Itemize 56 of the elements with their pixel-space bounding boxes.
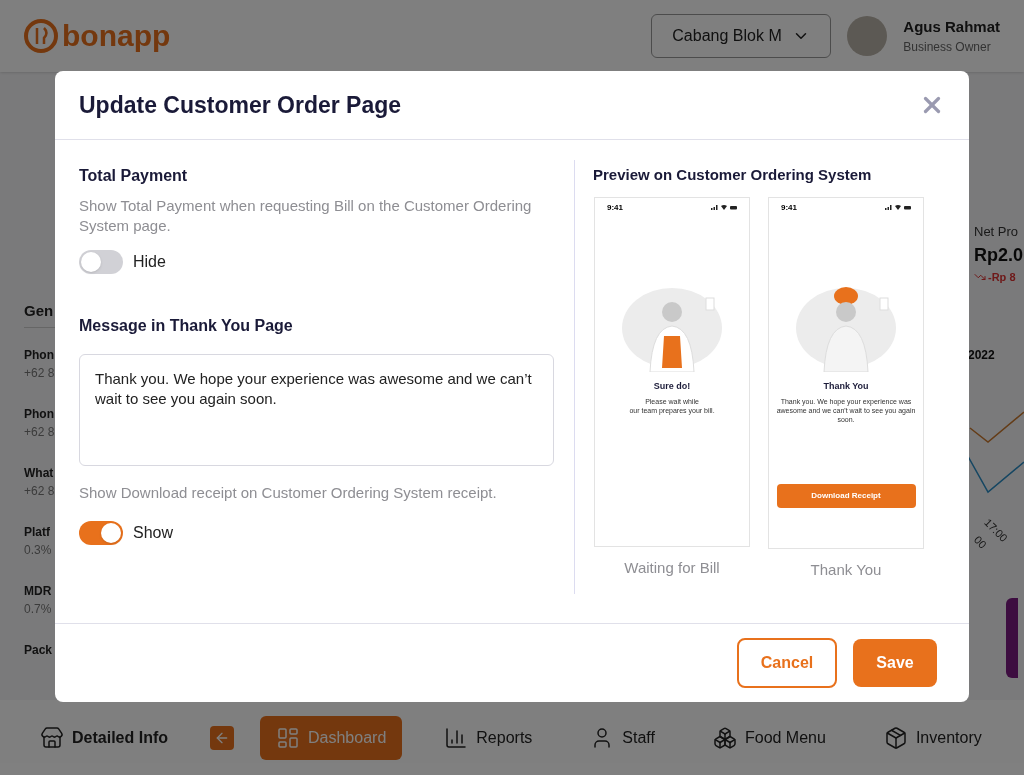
cancel-button[interactable]: Cancel (737, 638, 837, 688)
user-name: Agus Rahmat (903, 16, 1000, 37)
message-textarea[interactable]: Thank you. We hope your experience was awesome and we can’t wait to see you again soon. (79, 354, 554, 466)
modal-title: Update Customer Order Page (79, 90, 402, 120)
toggle-label: Show (133, 522, 174, 543)
bar-chart-icon (444, 725, 469, 750)
section-description: Show Download receipt on Customer Ordering System receipt. (79, 483, 498, 503)
info-label: Pack (24, 642, 54, 659)
metric-label: Net Pro (974, 223, 1020, 241)
info-label: Phon (24, 405, 55, 423)
save-button[interactable]: Save (853, 639, 937, 687)
status-icons (885, 205, 911, 210)
axis-label: 00 (970, 533, 989, 553)
logo-icon (24, 19, 58, 53)
branch-dropdown[interactable]: Cabang Blok M (651, 14, 832, 58)
tooltip-year: 2022 (968, 347, 995, 364)
nav-item[interactable]: Staff (574, 715, 671, 760)
info-value: 0.3% (24, 541, 53, 559)
info-label: MDR (24, 582, 53, 600)
nav-item[interactable]: Inventory (867, 715, 998, 760)
section-description: Show Total Payment when requesting Bill on the Customer Ordering System page. (79, 196, 533, 236)
dashboard-icon (276, 725, 300, 750)
package-icon (883, 725, 908, 750)
preview-title: Sure do! (653, 379, 691, 393)
avatar (847, 16, 888, 56)
logo-text: bonapp (62, 21, 171, 51)
toggle-label: Hide (133, 252, 166, 272)
info-label: Platf (24, 523, 51, 541)
section-title: Gen (24, 301, 55, 321)
boxes-icon (712, 725, 737, 750)
info-label: Phon (24, 346, 55, 364)
info-label: What (24, 464, 55, 482)
status-icons (711, 205, 737, 210)
info-value: +62 8 (24, 482, 56, 500)
info-value: 0.7% (24, 600, 53, 618)
metric-value: Rp2.0 (974, 243, 1024, 267)
nav-item[interactable]: Food Menu (696, 715, 842, 760)
preview-caption: Waiting for Bill (624, 557, 720, 578)
status-time: 9:41 (781, 201, 797, 214)
section-heading: Message in Thank You Page (79, 316, 294, 336)
metric-change: -Rp 8 (988, 269, 1016, 285)
status-time: 9:41 (607, 201, 623, 214)
info-value: +62 8 (24, 364, 56, 382)
user-role: Business Owner (903, 39, 992, 57)
nav-item[interactable]: Detailed Info (24, 715, 184, 760)
preview-title: Thank You (823, 379, 869, 393)
section-heading: Total Payment (79, 166, 189, 186)
toggle-switch[interactable] (79, 520, 123, 545)
nav-item[interactable]: Reports (428, 715, 549, 760)
store-icon (40, 725, 64, 750)
collapse-button[interactable] (210, 725, 234, 750)
info-value: +62 8 (24, 423, 56, 441)
section-heading: Preview on Customer Ordering System (593, 165, 873, 185)
toggle-switch[interactable] (79, 250, 123, 274)
preview-caption: Thank You (810, 559, 882, 580)
download-receipt-button[interactable]: Download Receipt (776, 484, 916, 508)
